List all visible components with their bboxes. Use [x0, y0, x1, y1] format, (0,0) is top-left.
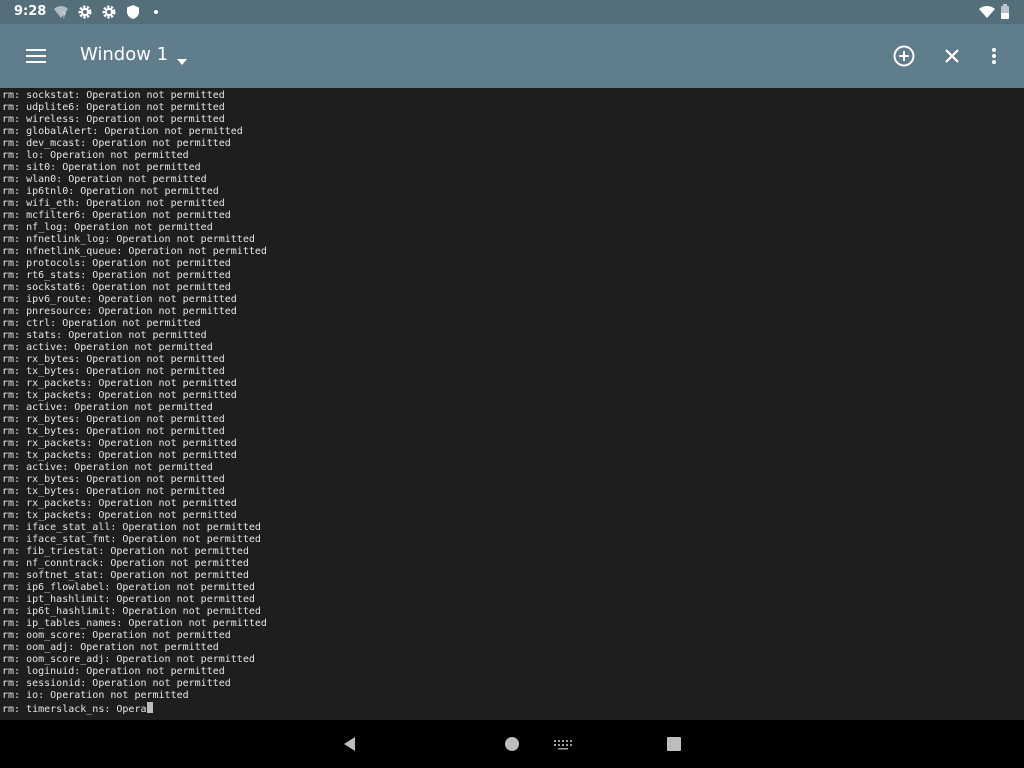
terminal-view[interactable]: rm: sockstat: Operation not permitted rm:…	[0, 88, 1024, 720]
terminal-line: rm: ctrl: Operation not permitted	[2, 318, 201, 329]
terminal-line: rm: ip6tnl0: Operation not permitted	[2, 186, 219, 197]
terminal-line: rm: wlan0: Operation not permitted	[2, 174, 207, 185]
dot-icon	[150, 4, 166, 20]
terminal-line: rm: tx_packets: Operation not permitted	[2, 510, 237, 521]
status-time: 9:28	[14, 4, 47, 19]
terminal-line: rm: oom_score_adj: Operation not permitt…	[2, 654, 255, 665]
wifi-icon	[978, 4, 995, 20]
terminal-line: rm: ip_tables_names: Operation not permi…	[2, 618, 267, 629]
hamburger-menu-icon[interactable]	[20, 40, 52, 72]
battery-icon	[1000, 4, 1016, 20]
terminal-line: rm: tx_bytes: Operation not permitted	[2, 426, 225, 437]
svg-text:?: ?	[62, 11, 66, 20]
navigation-bar	[0, 720, 1024, 768]
terminal-line: rm: sit0: Operation not permitted	[2, 162, 201, 173]
terminal-line: rm: dev_mcast: Operation not permitted	[2, 138, 231, 149]
terminal-line: rm: tx_packets: Operation not permitted	[2, 390, 237, 401]
terminal-line: rm: pnresource: Operation not permitted	[2, 306, 237, 317]
terminal-line: rm: ip6_flowlabel: Operation not permitt…	[2, 582, 255, 593]
terminal-line: rm: io: Operation not permitted	[2, 690, 189, 701]
add-circle-icon	[893, 45, 915, 67]
terminal-line: rm: udplite6: Operation not permitted	[2, 102, 225, 113]
terminal-line: rm: softnet_stat: Operation not permitte…	[2, 570, 249, 581]
terminal-line: rm: globalAlert: Operation not permitted	[2, 126, 243, 137]
terminal-line: rm: iface_stat_all: Operation not permit…	[2, 522, 261, 533]
terminal-line: rm: lo: Operation not permitted	[2, 150, 189, 161]
app-toolbar: Window 1	[0, 24, 1024, 88]
terminal-line: rm: wireless: Operation not permitted	[2, 114, 225, 125]
terminal-line: rm: active: Operation not permitted	[2, 462, 213, 473]
terminal-line: rm: oom_adj: Operation not permitted	[2, 642, 219, 653]
terminal-line: rm: rx_bytes: Operation not permitted	[2, 474, 225, 485]
terminal-line: rm: iface_stat_fmt: Operation not permit…	[2, 534, 261, 545]
terminal-line: rm: ipv6_route: Operation not permitted	[2, 294, 237, 305]
terminal-line: rm: oom_score: Operation not permitted	[2, 630, 231, 641]
caret-down-icon[interactable]	[175, 52, 189, 65]
terminal-line: rm: rx_packets: Operation not permitted	[2, 438, 237, 449]
close-icon	[945, 49, 959, 63]
terminal-line: rm: tx_bytes: Operation not permitted	[2, 486, 225, 497]
terminal-line: rm: loginuid: Operation not permitted	[2, 666, 225, 677]
back-icon[interactable]	[338, 732, 362, 756]
terminal-line: rm: stats: Operation not permitted	[2, 330, 207, 341]
terminal-line: rm: active: Operation not permitted	[2, 402, 213, 413]
terminal-output: rm: sockstat: Operation not permitted rm:…	[2, 90, 267, 715]
terminal-line: rm: rx_packets: Operation not permitted	[2, 378, 237, 389]
terminal-line: rm: rx_packets: Operation not permitted	[2, 498, 237, 509]
gear-icon	[77, 4, 93, 20]
terminal-line: rm: sockstat: Operation not permitted	[2, 90, 225, 101]
add-window-button[interactable]	[888, 40, 920, 72]
terminal-line: rm: mcfilter6: Operation not permitted	[2, 210, 231, 221]
terminal-line: rm: ip6t_hashlimit: Operation not permit…	[2, 606, 261, 617]
terminal-current-line: rm: timerslack_ns: Opera	[2, 702, 267, 715]
terminal-line: rm: active: Operation not permitted	[2, 342, 213, 353]
window-title[interactable]: Window 1	[80, 44, 168, 65]
terminal-line: rm: sessionid: Operation not permitted	[2, 678, 231, 689]
terminal-line: rm: wifi_eth: Operation not permitted	[2, 198, 225, 209]
terminal-input-text: rm: timerslack_ns: Opera	[2, 704, 147, 715]
terminal-line: rm: nfnetlink_queue: Operation not permi…	[2, 246, 267, 257]
more-options-button[interactable]	[978, 40, 1010, 72]
terminal-line: rm: ipt_hashlimit: Operation not permitt…	[2, 594, 255, 605]
status-bar: 9:28 ?	[0, 0, 1024, 24]
shield-icon	[125, 4, 141, 20]
wifi-question-icon: ?	[53, 4, 69, 20]
home-icon[interactable]	[500, 732, 524, 756]
terminal-line: rm: sockstat6: Operation not permitted	[2, 282, 231, 293]
keyboard-icon[interactable]	[551, 732, 575, 756]
more-vert-icon	[992, 48, 996, 64]
recents-icon[interactable]	[662, 732, 686, 756]
terminal-line: rm: rx_bytes: Operation not permitted	[2, 354, 225, 365]
terminal-line: rm: rx_bytes: Operation not permitted	[2, 414, 225, 425]
terminal-line: rm: tx_bytes: Operation not permitted	[2, 366, 225, 377]
terminal-line: rm: nf_conntrack: Operation not permitte…	[2, 558, 249, 569]
close-window-button[interactable]	[936, 40, 968, 72]
terminal-line: rm: fib_triestat: Operation not permitte…	[2, 546, 249, 557]
terminal-line: rm: rt6_stats: Operation not permitted	[2, 270, 231, 281]
text-cursor	[146, 702, 153, 713]
terminal-line: rm: nfnetlink_log: Operation not permitt…	[2, 234, 255, 245]
terminal-line: rm: nf_log: Operation not permitted	[2, 222, 213, 233]
terminal-line: rm: tx_packets: Operation not permitted	[2, 450, 237, 461]
terminal-line: rm: protocols: Operation not permitted	[2, 258, 231, 269]
gear-icon	[101, 4, 117, 20]
